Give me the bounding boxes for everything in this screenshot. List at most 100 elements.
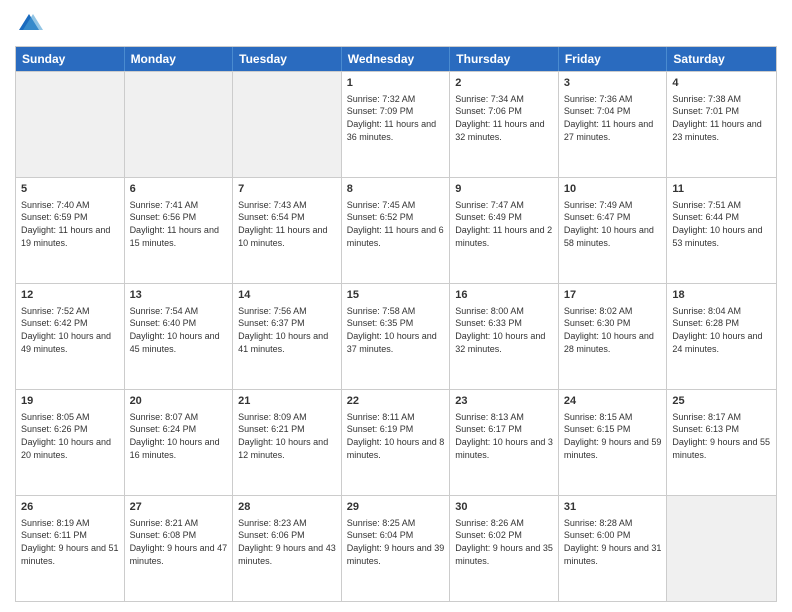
day-info: Sunrise: 8:15 AM Sunset: 6:15 PM Dayligh… (564, 411, 662, 461)
calendar-cell: 30 Sunrise: 8:26 AM Sunset: 6:02 PM Dayli… (450, 496, 559, 601)
calendar-cell: 26 Sunrise: 8:19 AM Sunset: 6:11 PM Dayli… (16, 496, 125, 601)
day-number: 22 (347, 394, 445, 409)
header (15, 10, 777, 38)
day-number: 1 (347, 76, 445, 91)
day-info: Sunrise: 8:13 AM Sunset: 6:17 PM Dayligh… (455, 411, 553, 461)
day-number: 17 (564, 288, 662, 303)
day-number: 24 (564, 394, 662, 409)
calendar-cell (125, 72, 234, 177)
calendar-cell: 7 Sunrise: 7:43 AM Sunset: 6:54 PM Daylig… (233, 178, 342, 283)
day-number: 14 (238, 288, 336, 303)
day-info: Sunrise: 8:17 AM Sunset: 6:13 PM Dayligh… (672, 411, 771, 461)
day-info: Sunrise: 7:54 AM Sunset: 6:40 PM Dayligh… (130, 305, 228, 355)
day-info: Sunrise: 7:58 AM Sunset: 6:35 PM Dayligh… (347, 305, 445, 355)
day-info: Sunrise: 8:02 AM Sunset: 6:30 PM Dayligh… (564, 305, 662, 355)
weekday-header: Thursday (450, 47, 559, 71)
calendar-cell: 12 Sunrise: 7:52 AM Sunset: 6:42 PM Dayli… (16, 284, 125, 389)
day-number: 9 (455, 182, 553, 197)
day-info: Sunrise: 8:19 AM Sunset: 6:11 PM Dayligh… (21, 517, 119, 567)
calendar-cell (667, 496, 776, 601)
day-info: Sunrise: 8:25 AM Sunset: 6:04 PM Dayligh… (347, 517, 445, 567)
day-info: Sunrise: 7:32 AM Sunset: 7:09 PM Dayligh… (347, 93, 445, 143)
calendar-cell: 29Sunrise: 8:25 AM Sunset: 6:04 PM Dayli… (342, 496, 451, 601)
day-info: Sunrise: 7:43 AM Sunset: 6:54 PM Dayligh… (238, 199, 336, 249)
calendar-header: SundayMondayTuesdayWednesdayThursdayFrid… (16, 47, 776, 71)
weekday-header: Monday (125, 47, 234, 71)
day-number: 8 (347, 182, 445, 197)
day-info: Sunrise: 8:26 AM Sunset: 6:02 PM Dayligh… (455, 517, 553, 567)
calendar-cell: 10 Sunrise: 7:49 AM Sunset: 6:47 PM Dayli… (559, 178, 668, 283)
weekday-header: Wednesday (342, 47, 451, 71)
calendar-cell: 5 Sunrise: 7:40 AM Sunset: 6:59 PM Daylig… (16, 178, 125, 283)
calendar-cell: 22Sunrise: 8:11 AM Sunset: 6:19 PM Dayli… (342, 390, 451, 495)
day-info: Sunrise: 7:45 AM Sunset: 6:52 PM Dayligh… (347, 199, 445, 249)
day-number: 31 (564, 500, 662, 515)
day-number: 23 (455, 394, 553, 409)
day-number: 4 (672, 76, 771, 91)
calendar-row: 5 Sunrise: 7:40 AM Sunset: 6:59 PM Daylig… (16, 177, 776, 283)
day-number: 25 (672, 394, 771, 409)
day-info: Sunrise: 7:41 AM Sunset: 6:56 PM Dayligh… (130, 199, 228, 249)
calendar-row: 1 Sunrise: 7:32 AM Sunset: 7:09 PM Daylig… (16, 71, 776, 177)
day-number: 30 (455, 500, 553, 515)
day-info: Sunrise: 8:04 AM Sunset: 6:28 PM Dayligh… (672, 305, 771, 355)
day-number: 12 (21, 288, 119, 303)
day-info: Sunrise: 7:36 AM Sunset: 7:04 PM Dayligh… (564, 93, 662, 143)
calendar-cell: 31 Sunrise: 8:28 AM Sunset: 6:00 PM Dayli… (559, 496, 668, 601)
calendar-cell (16, 72, 125, 177)
calendar-cell: 24 Sunrise: 8:15 AM Sunset: 6:15 PM Dayli… (559, 390, 668, 495)
logo-icon (15, 10, 43, 38)
day-number: 15 (347, 288, 445, 303)
day-info: Sunrise: 7:34 AM Sunset: 7:06 PM Dayligh… (455, 93, 553, 143)
calendar-cell: 9 Sunrise: 7:47 AM Sunset: 6:49 PM Daylig… (450, 178, 559, 283)
day-info: Sunrise: 8:28 AM Sunset: 6:00 PM Dayligh… (564, 517, 662, 567)
calendar-cell: 23 Sunrise: 8:13 AM Sunset: 6:17 PM Dayli… (450, 390, 559, 495)
day-number: 7 (238, 182, 336, 197)
day-info: Sunrise: 8:07 AM Sunset: 6:24 PM Dayligh… (130, 411, 228, 461)
day-number: 21 (238, 394, 336, 409)
day-info: Sunrise: 8:05 AM Sunset: 6:26 PM Dayligh… (21, 411, 119, 461)
weekday-header: Friday (559, 47, 668, 71)
calendar-cell: 18 Sunrise: 8:04 AM Sunset: 6:28 PM Dayli… (667, 284, 776, 389)
day-number: 13 (130, 288, 228, 303)
calendar-cell: 4 Sunrise: 7:38 AM Sunset: 7:01 PM Daylig… (667, 72, 776, 177)
day-number: 5 (21, 182, 119, 197)
day-info: Sunrise: 8:09 AM Sunset: 6:21 PM Dayligh… (238, 411, 336, 461)
weekday-header: Tuesday (233, 47, 342, 71)
calendar-cell: 8 Sunrise: 7:45 AM Sunset: 6:52 PM Daylig… (342, 178, 451, 283)
day-info: Sunrise: 7:40 AM Sunset: 6:59 PM Dayligh… (21, 199, 119, 249)
day-info: Sunrise: 7:38 AM Sunset: 7:01 PM Dayligh… (672, 93, 771, 143)
page: SundayMondayTuesdayWednesdayThursdayFrid… (0, 0, 792, 612)
day-info: Sunrise: 7:52 AM Sunset: 6:42 PM Dayligh… (21, 305, 119, 355)
calendar-cell: 25 Sunrise: 8:17 AM Sunset: 6:13 PM Dayli… (667, 390, 776, 495)
day-number: 6 (130, 182, 228, 197)
day-number: 18 (672, 288, 771, 303)
day-info: Sunrise: 7:51 AM Sunset: 6:44 PM Dayligh… (672, 199, 771, 249)
calendar-cell: 17 Sunrise: 8:02 AM Sunset: 6:30 PM Dayli… (559, 284, 668, 389)
calendar-row: 26 Sunrise: 8:19 AM Sunset: 6:11 PM Dayli… (16, 495, 776, 601)
calendar-cell: 14 Sunrise: 7:56 AM Sunset: 6:37 PM Dayli… (233, 284, 342, 389)
day-number: 20 (130, 394, 228, 409)
calendar-cell: 21 Sunrise: 8:09 AM Sunset: 6:21 PM Dayli… (233, 390, 342, 495)
day-number: 26 (21, 500, 119, 515)
calendar-body: 1 Sunrise: 7:32 AM Sunset: 7:09 PM Daylig… (16, 71, 776, 601)
day-number: 3 (564, 76, 662, 91)
day-info: Sunrise: 7:47 AM Sunset: 6:49 PM Dayligh… (455, 199, 553, 249)
calendar-row: 12 Sunrise: 7:52 AM Sunset: 6:42 PM Dayli… (16, 283, 776, 389)
day-number: 28 (238, 500, 336, 515)
day-info: Sunrise: 7:56 AM Sunset: 6:37 PM Dayligh… (238, 305, 336, 355)
calendar-cell: 3 Sunrise: 7:36 AM Sunset: 7:04 PM Daylig… (559, 72, 668, 177)
calendar-cell: 11 Sunrise: 7:51 AM Sunset: 6:44 PM Dayli… (667, 178, 776, 283)
calendar-cell: 20 Sunrise: 8:07 AM Sunset: 6:24 PM Dayli… (125, 390, 234, 495)
day-info: Sunrise: 7:49 AM Sunset: 6:47 PM Dayligh… (564, 199, 662, 249)
calendar-cell: 28 Sunrise: 8:23 AM Sunset: 6:06 PM Dayli… (233, 496, 342, 601)
day-info: Sunrise: 8:23 AM Sunset: 6:06 PM Dayligh… (238, 517, 336, 567)
logo (15, 10, 47, 38)
calendar-cell: 15 Sunrise: 7:58 AM Sunset: 6:35 PM Dayli… (342, 284, 451, 389)
day-number: 19 (21, 394, 119, 409)
day-number: 11 (672, 182, 771, 197)
day-number: 16 (455, 288, 553, 303)
day-number: 10 (564, 182, 662, 197)
calendar-cell (233, 72, 342, 177)
calendar-cell: 19 Sunrise: 8:05 AM Sunset: 6:26 PM Dayli… (16, 390, 125, 495)
